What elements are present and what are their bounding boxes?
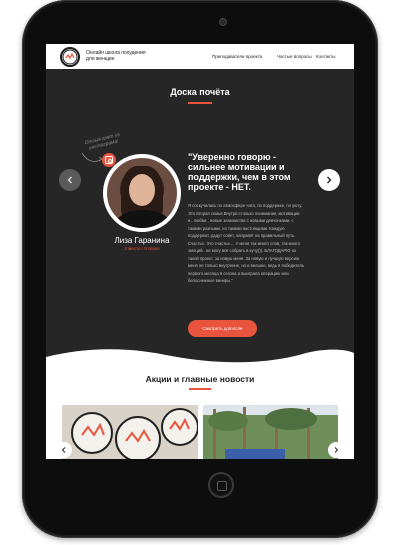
honor-prev-button[interactable] (59, 169, 81, 191)
news-card-2[interactable] (203, 405, 338, 459)
news-next-button[interactable] (328, 442, 344, 458)
chevron-left-icon (67, 176, 72, 184)
site-header: Онлайн школа похудения для женщин Препод… (46, 44, 354, 69)
review-text: Я соскучилась по атмосфере чата, по подд… (188, 203, 305, 283)
screen: Онлайн школа похудения для женщин Препод… (46, 44, 354, 459)
review-quote: "Уверенно говорю - сильнее мотивации и п… (188, 152, 291, 192)
chevron-right-icon (334, 447, 339, 453)
nav-teachers[interactable]: Преподаватели проекта (212, 54, 262, 59)
news-title: Акции и главные новости (145, 374, 255, 384)
reviewer-place: 2 место / 9 сезон (124, 246, 160, 251)
honor-board-section: Доска почёта Отзыв взят из инстаграма! Л… (46, 69, 354, 371)
site-tagline: Онлайн школа похудения для женщин (86, 50, 146, 62)
tablet-frame: Онлайн школа похудения для женщин Препод… (22, 0, 378, 538)
news-title-underline (189, 388, 211, 390)
news-image-1 (62, 405, 198, 459)
nav-faq[interactable]: Частые вопросы (277, 54, 312, 59)
chevron-left-icon (61, 447, 66, 453)
instagram-icon[interactable] (102, 153, 116, 167)
nav-contacts[interactable]: Контакты (316, 54, 335, 59)
news-image-2 (203, 405, 338, 459)
title-underline (188, 102, 212, 104)
honor-board-title: Доска почёта (170, 87, 230, 97)
reviewer-avatar (103, 154, 181, 232)
site-logo[interactable] (60, 47, 80, 67)
home-button[interactable] (208, 472, 234, 498)
honor-next-button[interactable] (318, 169, 340, 191)
reviewer-name: Лиза Гаранина (114, 236, 170, 245)
camera-icon (219, 18, 227, 26)
news-card-1[interactable] (62, 405, 198, 459)
chevron-right-icon (327, 176, 332, 184)
before-after-button[interactable]: Смотреть до/после (188, 320, 257, 337)
wave-divider (46, 349, 354, 371)
news-prev-button[interactable] (56, 442, 72, 458)
